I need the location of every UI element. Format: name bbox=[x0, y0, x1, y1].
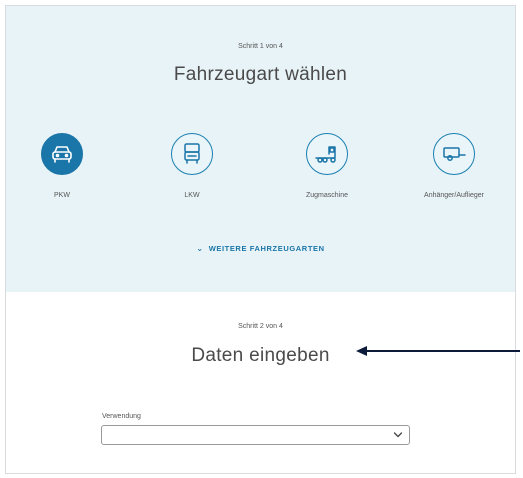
chevron-down-icon: ⌄ bbox=[196, 244, 204, 253]
trailer-icon bbox=[443, 147, 466, 161]
truck-icon bbox=[184, 143, 200, 164]
step1-title: Fahrzeugart wählen bbox=[173, 64, 348, 85]
annotation-arrow-icon bbox=[356, 346, 520, 356]
step2-label: Schritt 2 von 4 bbox=[238, 323, 283, 330]
more-vehicle-types-label: WEITERE FAHRZEUGARTEN bbox=[208, 244, 325, 253]
vehicle-option-anhaenger-label: Anhänger/Auflieger bbox=[424, 192, 484, 199]
page-frame: Schritt 1 von 4 Fahrzeugart wählen PKW L… bbox=[5, 5, 516, 474]
vehicle-option-zugmaschine-label: Zugmaschine bbox=[305, 192, 349, 199]
vehicle-option-lkw-label: LKW bbox=[184, 192, 200, 199]
verwendung-select[interactable] bbox=[101, 425, 410, 445]
more-vehicle-types-link[interactable]: ⌄ WEITERE FAHRZEUGARTEN bbox=[6, 244, 515, 253]
car-icon bbox=[52, 146, 72, 163]
vehicle-option-pkw[interactable]: PKW bbox=[17, 133, 107, 199]
vehicle-option-pkw-circle[interactable] bbox=[41, 133, 83, 175]
vehicle-option-anhaenger[interactable]: Anhänger/Auflieger bbox=[409, 133, 499, 199]
step1-label: Schritt 1 von 4 bbox=[238, 43, 283, 50]
vehicle-option-lkw[interactable]: LKW bbox=[147, 133, 237, 199]
vehicle-option-zugmaschine[interactable]: Zugmaschine bbox=[282, 133, 372, 199]
vehicle-option-zugmaschine-circle[interactable] bbox=[306, 133, 348, 175]
vehicle-option-pkw-label: PKW bbox=[54, 192, 70, 199]
vehicle-option-lkw-circle[interactable] bbox=[171, 133, 213, 175]
verwendung-label: Verwendung bbox=[102, 413, 141, 420]
tractor-unit-icon bbox=[315, 146, 336, 163]
chevron-down-icon bbox=[393, 432, 403, 438]
step1-section: Schritt 1 von 4 Fahrzeugart wählen PKW L… bbox=[6, 6, 515, 292]
vehicle-option-anhaenger-circle[interactable] bbox=[433, 133, 475, 175]
